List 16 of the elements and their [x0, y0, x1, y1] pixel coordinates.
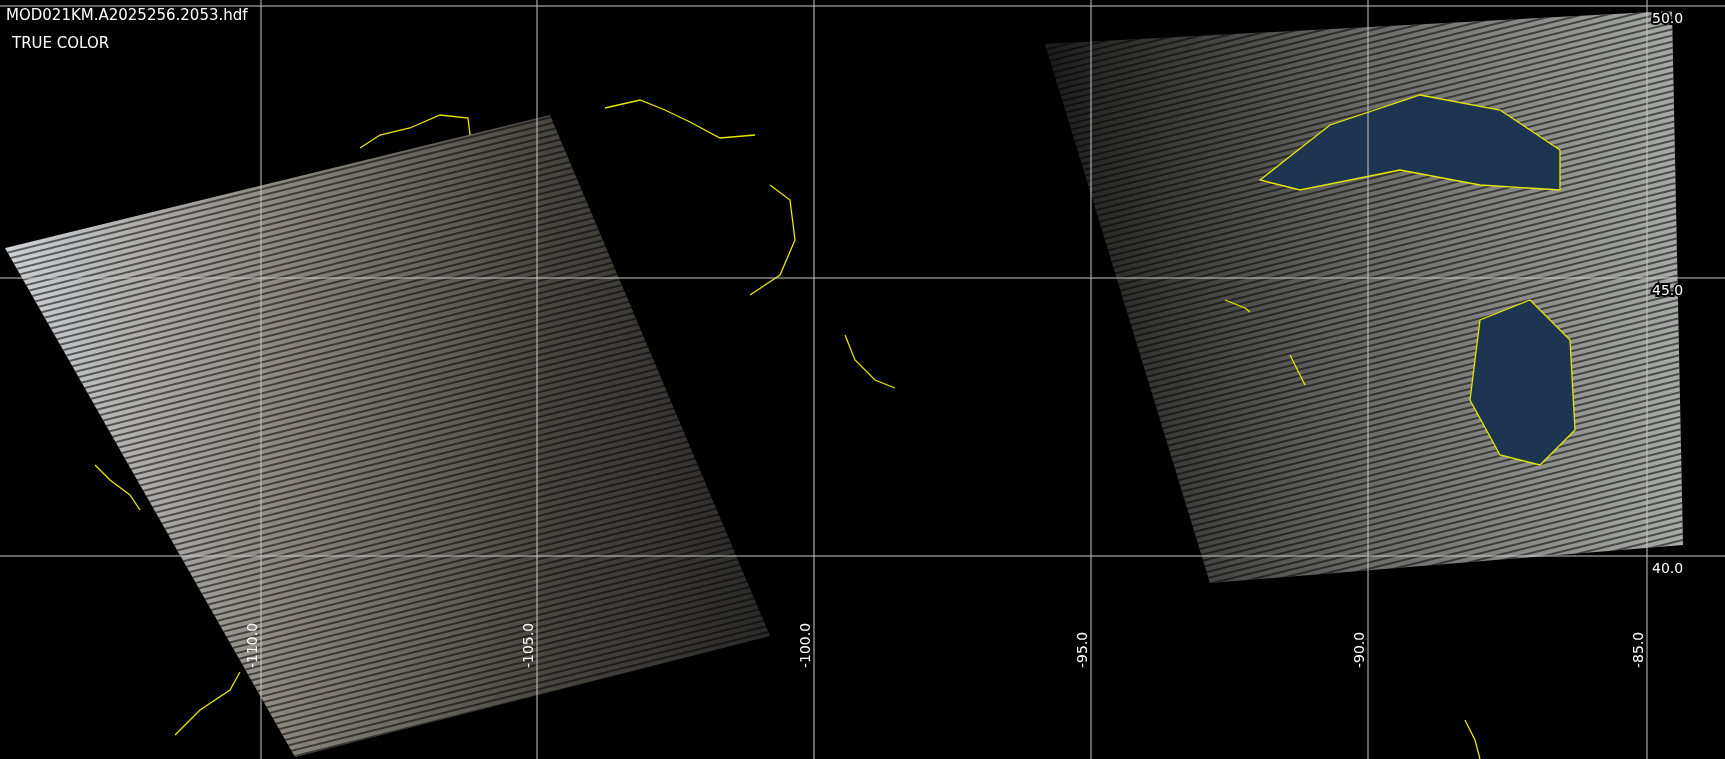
coastline [1224, 299, 1251, 313]
longitude-label: -110.0 [244, 622, 260, 668]
coastline [844, 334, 896, 389]
longitude-label: -100.0 [797, 622, 813, 668]
longitude-label: -95.0 [1074, 631, 1090, 668]
coastline [174, 671, 241, 736]
latitude-label: 40.0 [1652, 560, 1684, 576]
longitude-label: -90.0 [1351, 631, 1367, 668]
longitude-label: -85.0 [1630, 631, 1646, 668]
file-name: MOD021KM.A2025256.2053.hdf [6, 6, 248, 24]
coastline [94, 464, 141, 511]
coastline [1289, 354, 1306, 386]
longitude-label: -105.0 [520, 622, 536, 668]
coastline [1464, 719, 1481, 759]
band-mode-label: TRUE COLOR [12, 34, 110, 52]
latitude-label: 50.0 [1652, 10, 1684, 26]
